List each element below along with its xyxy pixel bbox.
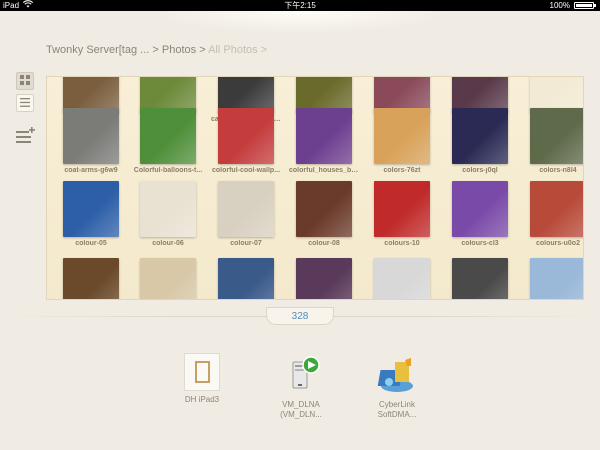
battery-icon	[574, 2, 596, 9]
status-bar: iPad 下午2:15 100%	[0, 0, 600, 11]
cyberlink-server-icon	[377, 356, 417, 396]
photo-label: colors-n8l4	[539, 167, 577, 174]
photo-thumbnail	[218, 258, 274, 299]
photo-label: colour-07	[230, 240, 262, 247]
breadcrumb-current: All Photos >	[208, 44, 268, 56]
photo-label: colors-76zt	[383, 167, 421, 174]
device-cyberlink[interactable]: CyberLink SoftDMA...	[362, 356, 432, 420]
grid-view-button[interactable]	[16, 72, 34, 90]
photo-tile[interactable]	[137, 258, 199, 299]
photo-label: coat-arms-g6w9	[64, 167, 118, 174]
photo-label: colour-05	[75, 240, 107, 247]
photo-thumbnail	[140, 181, 196, 237]
photo-thumbnail	[452, 108, 508, 164]
photo-thumbnail	[140, 108, 196, 164]
photo-thumbnail	[63, 181, 119, 237]
photo-tile[interactable]: coat-arms-g6w9	[60, 108, 122, 174]
photo-thumbnail	[530, 258, 583, 299]
photo-thumbnail	[452, 258, 508, 299]
photo-tile[interactable]	[293, 258, 355, 299]
photo-label: colors-j0ql	[462, 167, 498, 174]
device-label: DH iPad3	[184, 395, 220, 404]
photo-thumbnail	[296, 181, 352, 237]
photo-tile[interactable]: colors-n8l4	[527, 108, 583, 174]
ipad-device-icon	[184, 353, 220, 391]
photo-thumbnail	[218, 108, 274, 164]
device-label-line2: (VM_DLN...	[280, 410, 322, 419]
photo-label: colorful_houses_ba...	[289, 167, 359, 174]
breadcrumb-separator: >	[199, 44, 206, 56]
photo-label: colour-08	[308, 240, 340, 247]
photo-thumbnail	[530, 108, 583, 164]
photo-tile[interactable]: colour-06	[137, 181, 199, 247]
photo-label: Colorful-balloons-t...	[133, 167, 203, 174]
list-view-button[interactable]	[16, 94, 34, 112]
photo-thumbnail	[374, 108, 430, 164]
photo-tile[interactable]: colors-j0ql	[449, 108, 511, 174]
photo-tile[interactable]: colour-07	[215, 181, 277, 247]
photo-thumbnail	[530, 181, 583, 237]
device-label-line1: VM_DLNA	[282, 400, 320, 409]
photo-thumbnail	[374, 181, 430, 237]
breadcrumb-separator: >	[152, 44, 159, 56]
breadcrumb: Twonky Server[tag ... > Photos > All Pho…	[46, 44, 267, 56]
queue-add-button[interactable]	[15, 126, 37, 150]
photo-tile[interactable]: colours-cl3	[449, 181, 511, 247]
photo-tile[interactable]: colour-08	[293, 181, 355, 247]
photo-tile[interactable]: colours-u0o2	[527, 181, 583, 247]
photo-thumbnail	[218, 181, 274, 237]
media-server-play-icon	[281, 356, 321, 396]
photo-tile[interactable]: colorful_houses_ba...	[289, 108, 359, 174]
photo-thumbnail	[63, 258, 119, 299]
photo-tile[interactable]: colour-05	[60, 181, 122, 247]
breadcrumb-photos[interactable]: Photos	[162, 44, 196, 56]
photo-label: colour-06	[152, 240, 184, 247]
top-glow	[150, 11, 450, 33]
photo-tile[interactable]	[215, 258, 277, 299]
photo-thumbnail	[452, 181, 508, 237]
photo-tile[interactable]: colorful-cool-wallp...	[212, 108, 280, 174]
photo-tile[interactable]	[371, 258, 433, 299]
list-view-icon	[20, 94, 30, 112]
photo-label: colorful-cool-wallp...	[211, 167, 281, 174]
queue-add-icon	[16, 126, 36, 150]
photo-tile[interactable]: Colorful-balloons-t...	[134, 108, 202, 174]
photo-tile[interactable]	[60, 258, 122, 299]
photo-thumbnail	[140, 258, 196, 299]
photo-thumbnail	[63, 108, 119, 164]
device-dh-ipad3[interactable]: DH iPad3	[167, 353, 237, 405]
photo-label: colours-10	[384, 240, 420, 247]
device-vm-dlna[interactable]: VM_DLNA (VM_DLN...	[266, 356, 336, 420]
photo-grid: building-1fq2cabbage-r0c1canon_eos_5d_ma…	[46, 76, 584, 300]
photo-thumbnail	[296, 258, 352, 299]
photo-tile[interactable]: colors-76zt	[371, 108, 433, 174]
photo-tile[interactable]	[527, 258, 583, 299]
photo-tile[interactable]	[449, 258, 511, 299]
photo-label: colours-cl3	[461, 240, 499, 247]
photo-thumbnail	[374, 258, 430, 299]
photo-count-badge[interactable]: 328	[266, 307, 334, 325]
clock: 下午2:15	[284, 1, 316, 10]
device-label-line1: CyberLink	[378, 400, 415, 409]
photo-tile[interactable]: colours-10	[371, 181, 433, 247]
grid-view-icon	[20, 72, 30, 90]
device-label-line2: SoftDMA...	[377, 410, 417, 419]
battery-percent: 100%	[549, 1, 570, 10]
photo-thumbnail	[296, 108, 352, 164]
breadcrumb-server[interactable]: Twonky Server[tag ...	[46, 44, 149, 56]
photo-label: colours-u0o2	[536, 240, 580, 247]
